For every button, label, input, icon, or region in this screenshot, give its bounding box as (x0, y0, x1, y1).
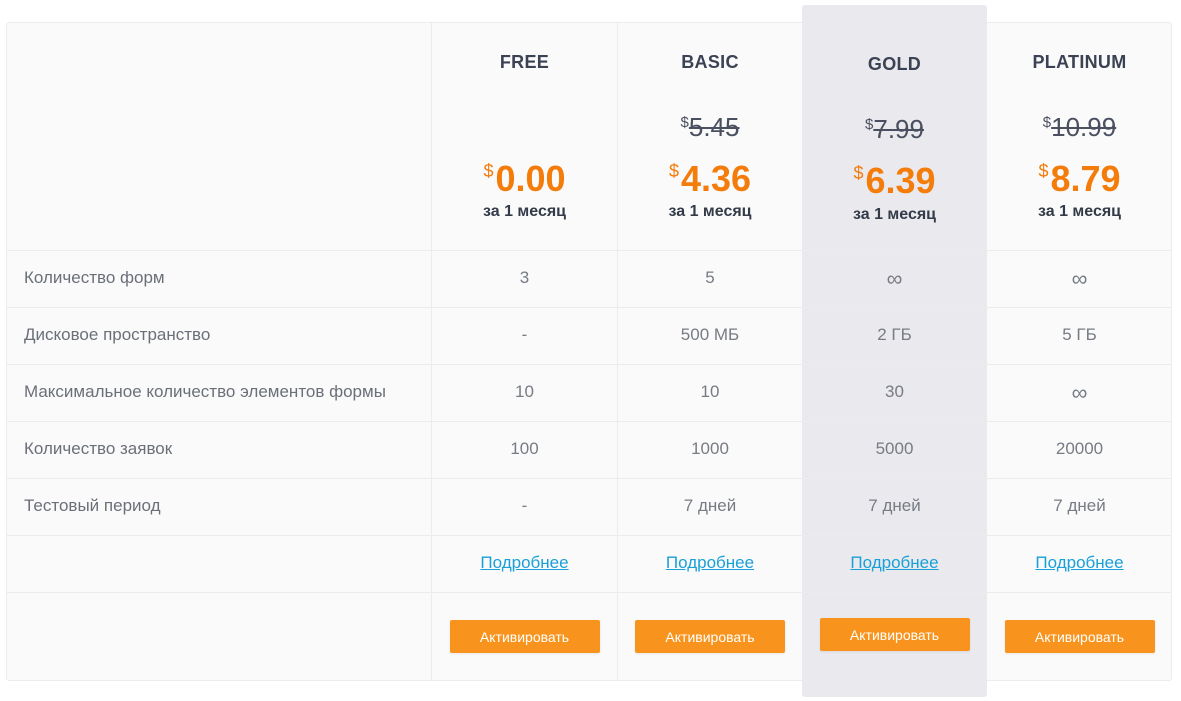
more-link-gold[interactable]: Подробнее (802, 553, 987, 573)
price-value: 0.00 (495, 158, 566, 199)
plan-old-price: $7.99 (802, 114, 987, 145)
feature-labels-column: Количество форм Дисковое пространство Ма… (6, 22, 431, 681)
plan-value-forms: 3 (519, 268, 530, 287)
currency-symbol: $ (853, 163, 864, 183)
plan-column-free: FREE $0.00 за 1 месяц 3 - 10 100 - Подро… (431, 22, 617, 681)
currency-symbol: $ (668, 161, 679, 181)
plan-value-disk: 5 ГБ (1062, 325, 1097, 344)
plan-name: PLATINUM (1032, 52, 1127, 72)
plan-value-form-elements: 30 (885, 382, 904, 401)
activate-button-free[interactable]: Активировать (449, 620, 600, 653)
feature-label-trial: Тестовый период (24, 496, 161, 515)
activate-button-gold[interactable]: Активировать (819, 618, 970, 651)
plan-name: GOLD (867, 54, 922, 74)
plan-old-price: $5.45 (618, 112, 802, 143)
plan-price: $8.79 (987, 158, 1172, 200)
plan-name: BASIC (681, 52, 739, 72)
plan-old-price: $10.99 (987, 112, 1172, 143)
plan-price: $6.39 (802, 160, 987, 202)
more-link-basic[interactable]: Подробнее (618, 553, 802, 573)
plan-value-disk: 2 ГБ (877, 325, 912, 344)
plan-price: $0.00 (432, 158, 617, 200)
plan-value-disk: 500 МБ (680, 325, 740, 344)
plan-period: за 1 месяц (852, 206, 937, 223)
old-price-value: 7.99 (873, 114, 924, 144)
plan-value-trial: 7 дней (868, 496, 921, 515)
price-value: 4.36 (680, 158, 752, 199)
more-link-platinum[interactable]: Подробнее (987, 553, 1172, 573)
feature-label-forms: Количество форм (24, 268, 165, 287)
plan-value-submissions: 100 (510, 439, 539, 458)
plan-value-disk: - (521, 325, 528, 344)
plan-name: FREE (499, 52, 550, 72)
price-value: 6.39 (865, 160, 936, 201)
currency-symbol: $ (1038, 161, 1049, 181)
plan-value-form-elements: 10 (700, 382, 720, 401)
plan-value-submissions: 1000 (691, 439, 729, 458)
currency-symbol: $ (680, 114, 689, 131)
old-price-value: 5.45 (688, 112, 740, 142)
plan-value-forms: 5 (705, 268, 715, 287)
plan-value-forms: ∞ (886, 266, 903, 291)
plan-value-trial: - (521, 496, 528, 515)
plan-period: за 1 месяц (1037, 203, 1122, 220)
plan-value-form-elements: ∞ (1071, 380, 1088, 405)
pricing-table: Количество форм Дисковое пространство Ма… (0, 0, 1181, 701)
plan-value-trial: 7 дней (683, 496, 737, 515)
activate-button-platinum[interactable]: Активировать (1004, 620, 1155, 653)
old-price-value: 10.99 (1051, 112, 1117, 142)
feature-label-form-elements: Максимальное количество элементов формы (24, 382, 386, 401)
feature-label-submissions: Количество заявок (24, 439, 173, 458)
plan-period: за 1 месяц (482, 203, 567, 220)
currency-symbol: $ (483, 161, 494, 181)
plan-column-platinum: PLATINUM $10.99 $8.79 за 1 месяц ∞ 5 ГБ … (987, 22, 1172, 681)
plan-period: за 1 месяц (668, 203, 752, 220)
plan-value-forms: ∞ (1071, 266, 1088, 291)
price-value: 8.79 (1050, 158, 1121, 199)
activate-button-basic[interactable]: Активировать (635, 620, 785, 653)
plan-value-trial: 7 дней (1053, 496, 1106, 515)
more-link-free[interactable]: Подробнее (432, 553, 617, 573)
plan-value-form-elements: 10 (515, 382, 534, 401)
currency-symbol: $ (865, 116, 874, 133)
plan-column-basic: BASIC $5.45 $4.36 за 1 месяц 5 500 МБ 10… (617, 22, 802, 681)
plan-value-submissions: 20000 (1055, 439, 1104, 458)
plan-column-gold: GOLD $7.99 $6.39 за 1 месяц ∞ 2 ГБ 30 50… (802, 5, 987, 697)
plan-value-submissions: 5000 (875, 439, 914, 458)
feature-label-disk: Дисковое пространство (24, 325, 211, 344)
currency-symbol: $ (1042, 114, 1052, 131)
plan-price: $4.36 (618, 158, 802, 200)
